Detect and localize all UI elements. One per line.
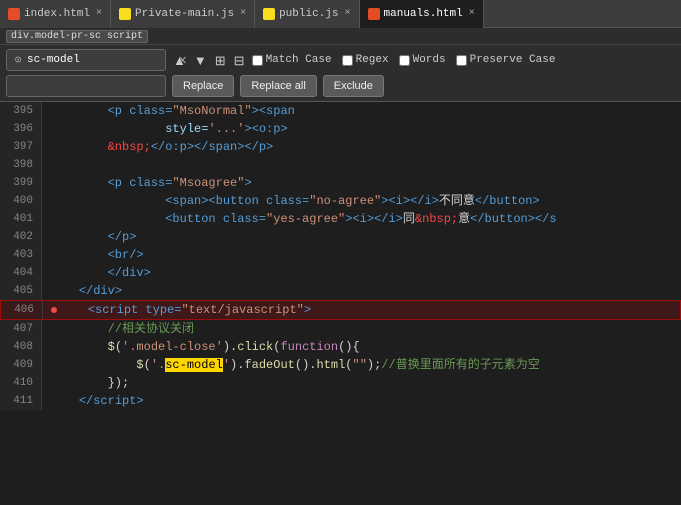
replace-all-button[interactable]: Replace all [240,75,316,97]
regex-checkbox[interactable] [342,55,353,66]
table-row: 399 <p class="Msoagree"> [0,174,681,192]
table-row: 395 <p class="MsoNormal"><span [0,102,681,120]
match-case-label: Match Case [266,54,332,66]
preserve-case-label: Preserve Case [470,54,556,66]
table-row: 408 $('.model-close').click(function(){ [0,338,681,356]
line-content: <br/> [42,246,681,264]
line-content: </div> [42,282,681,300]
line-content: style='...'><o:p> [42,120,681,138]
table-row: 402 </p> [0,228,681,246]
table-row: 400 <span><button class="no-agree"><i></… [0,192,681,210]
line-number: 396 [0,120,42,138]
html-icon [8,8,20,20]
tab-index-html[interactable]: index.html × [0,0,111,28]
line-content: $('.sc-model').fadeOut().html("");//普换里面… [42,356,681,374]
regex-option[interactable]: Regex [342,54,389,66]
tab-private-main[interactable]: Private-main.js × [111,0,255,28]
line-number: 403 [0,246,42,264]
code-area: 395 <p class="MsoNormal"><span 396 style… [0,102,681,497]
regex-label: Regex [356,54,389,66]
find-row: ⊙ ✕ ▲ ▼ ⊞ ⊟ Match Case Regex Words [6,49,675,71]
line-number: 408 [0,338,42,356]
breadcrumb-text: div.model-pr-sc script [6,30,148,43]
tab-label: public.js [279,8,338,20]
words-label: Words [413,54,446,66]
table-row: 406 <script type="text/javascript"> [0,300,681,320]
line-content: <span><button class="no-agree"><i></i>不同… [42,192,681,210]
tab-bar: index.html × Private-main.js × public.js… [0,0,681,28]
line-content: &nbsp;</o:p></span></p> [42,138,681,156]
match-case-checkbox[interactable] [252,55,263,66]
replace-input[interactable] [7,80,165,92]
line-number: 399 [0,174,42,192]
table-row: 407 //相关协议关闭 [0,320,681,338]
table-row: 405 </div> [0,282,681,300]
tab-public-js[interactable]: public.js × [255,0,359,28]
line-number: 404 [0,264,42,282]
tab-close-public[interactable]: × [345,8,351,19]
table-row: 401 <button class="yes-agree"><i></i>同&n… [0,210,681,228]
tab-manuals-html[interactable]: manuals.html × [360,0,484,28]
replace-row: Replace Replace all Exclude [6,75,675,97]
replace-button[interactable]: Replace [172,75,234,97]
table-row: 411 </script> [0,392,681,410]
words-checkbox[interactable] [399,55,410,66]
line-content: <script type="text/javascript"> [43,301,680,319]
table-row: 410 }); [0,374,681,392]
js-icon [119,8,131,20]
js-icon-public [263,8,275,20]
line-content: <p class="Msoagree"> [42,174,681,192]
line-number: 407 [0,320,42,338]
tab-label: manuals.html [384,8,463,20]
line-number: 402 [0,228,42,246]
table-row: 403 <br/> [0,246,681,264]
match-case-option[interactable]: Match Case [252,54,332,66]
tab-close-private[interactable]: × [240,8,246,19]
line-content: $('.model-close').click(function(){ [42,338,681,356]
line-number: 406 [1,301,43,319]
table-row: 409 $('.sc-model').fadeOut().html("");//… [0,356,681,374]
search-input-wrap: ⊙ ✕ [6,49,166,71]
search-input[interactable] [25,54,175,66]
tab-close-manuals[interactable]: × [469,8,475,19]
line-content: <button class="yes-agree"><i></i>同&nbsp;… [42,210,681,228]
line-number: 409 [0,356,42,374]
breadcrumb: div.model-pr-sc script [0,28,681,45]
next-match-button[interactable]: ▼ [191,53,210,68]
line-content: }); [42,374,681,392]
replace-input-wrap [6,75,166,97]
settings-button[interactable]: ⊟ [231,53,248,68]
tab-label: Private-main.js [135,8,234,20]
tab-close-index[interactable]: × [96,8,102,19]
toggle-button[interactable]: ⊞ [212,53,229,68]
line-number: 405 [0,282,42,300]
line-content: //相关协议关闭 [42,320,681,338]
line-number: 397 [0,138,42,156]
search-icon: ⊙ [11,53,25,67]
preserve-case-option[interactable]: Preserve Case [456,54,556,66]
line-number: 398 [0,156,42,174]
line-number: 411 [0,392,42,410]
clear-search-button[interactable]: ✕ [175,54,190,67]
line-content: </p> [42,228,681,246]
line-number: 401 [0,210,42,228]
table-row: 397 &nbsp;</o:p></span></p> [0,138,681,156]
search-options: Match Case Regex Words Preserve Case [252,54,556,66]
words-option[interactable]: Words [399,54,446,66]
line-number: 410 [0,374,42,392]
tab-label: index.html [24,8,90,20]
line-content: </div> [42,264,681,282]
preserve-case-checkbox[interactable] [456,55,467,66]
line-content: </script> [42,392,681,410]
line-content: <p class="MsoNormal"><span [42,102,681,120]
line-number: 395 [0,102,42,120]
table-row: 396 style='...'><o:p> [0,120,681,138]
exclude-button[interactable]: Exclude [323,75,384,97]
find-replace-bar: ⊙ ✕ ▲ ▼ ⊞ ⊟ Match Case Regex Words [0,45,681,102]
table-row: 398 [0,156,681,174]
html-icon-manuals [368,8,380,20]
line-number: 400 [0,192,42,210]
table-row: 404 </div> [0,264,681,282]
